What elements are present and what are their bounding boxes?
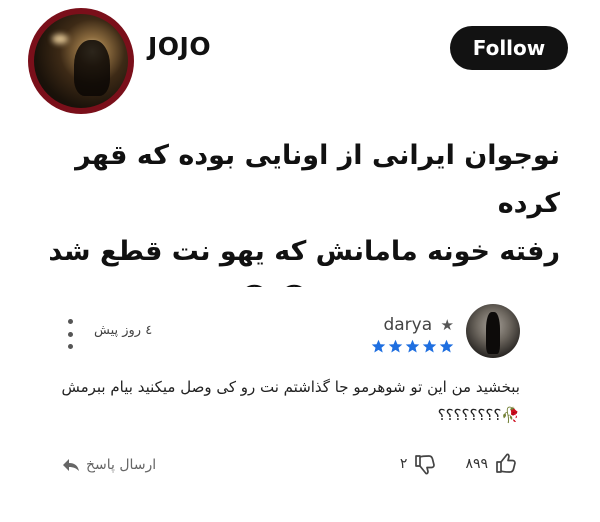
avatar-light: [52, 34, 68, 44]
caption-line-2: رفته خونه مامانش که یهو نت قطع شد: [48, 236, 560, 267]
vote-buttons: ۲ ۸۹۹: [400, 452, 518, 476]
rating-star-icon: [439, 339, 454, 353]
star-icon: ★: [440, 316, 454, 334]
dislike-count: ۲: [399, 456, 408, 472]
rating-star-icon: [422, 339, 437, 353]
thumbs-down-icon: [413, 452, 437, 476]
rating-star-icon: [388, 339, 403, 353]
reviewer-avatar[interactable]: [466, 304, 520, 358]
like-button[interactable]: ۸۹۹: [465, 452, 518, 476]
reply-button[interactable]: ارسال پاسخ: [62, 457, 156, 473]
review-text: ببخشید من این تو شوهرمو جا گذاشتم نت رو …: [61, 378, 520, 424]
reviewer-avatar-figure: [486, 312, 500, 354]
rating-star-icon: [405, 339, 420, 353]
thumbs-up-icon: [494, 452, 518, 476]
reviewer-name-text: darya: [383, 315, 433, 335]
rating-star-icon: [371, 339, 386, 353]
reply-arrow-icon: [62, 458, 80, 472]
review-card: ٤ روز پیش darya ★ ببخشید من این تو شوهرم…: [50, 287, 550, 515]
avatar-photo: [34, 14, 128, 108]
like-count: ۸۹۹: [465, 456, 488, 472]
review-time: ٤ روز پیش: [94, 323, 153, 338]
follow-button[interactable]: Follow: [450, 26, 568, 70]
avatar-figure: [74, 40, 110, 96]
reviewer-name: darya ★: [383, 315, 454, 335]
profile-avatar[interactable]: [28, 8, 134, 114]
caption-line-1: نوجوان ایرانی از اونایی بوده که قهر کرده: [75, 140, 560, 219]
rating-stars: [371, 339, 454, 354]
dislike-button[interactable]: ۲: [400, 452, 438, 476]
reply-label: ارسال پاسخ: [86, 457, 157, 473]
profile-username[interactable]: JOJO: [148, 32, 211, 61]
more-vertical-icon[interactable]: [64, 319, 76, 349]
